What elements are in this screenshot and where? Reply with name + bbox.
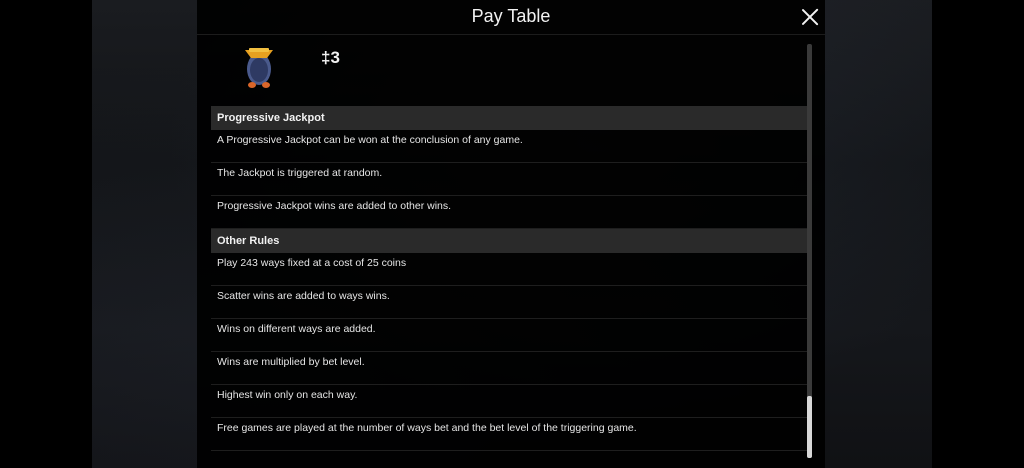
section-title: Progressive Jackpot — [211, 106, 807, 130]
scrollbar-thumb[interactable] — [807, 396, 812, 458]
scrollbar[interactable] — [807, 44, 812, 458]
rule-item: Play 243 ways fixed at a cost of 25 coin… — [211, 253, 807, 286]
pay-table-panel: Pay Table ‡3 Progressive Jackpot A Progr… — [197, 0, 825, 468]
rule-item: Wins are multiplied by bet level. — [211, 352, 807, 385]
symbol-row: ‡3 — [211, 36, 807, 106]
section-title: Other Rules — [211, 229, 807, 253]
rule-item: The Jackpot is triggered at random. — [211, 163, 807, 196]
rule-item: Scatter wins are added to ways wins. — [211, 286, 807, 319]
pay-table-content[interactable]: ‡3 Progressive Jackpot A Progressive Jac… — [211, 36, 807, 466]
rule-item: Free games are played at the number of w… — [211, 418, 807, 451]
close-icon[interactable] — [799, 6, 821, 28]
rule-item: Wins on different ways are added. — [211, 319, 807, 352]
section-other-rules: Other Rules Play 243 ways fixed at a cos… — [211, 229, 807, 451]
section-progressive-jackpot: Progressive Jackpot A Progressive Jackpo… — [211, 106, 807, 229]
pay-table-header: Pay Table — [197, 0, 825, 35]
bird-icon — [245, 48, 273, 88]
rule-item: A Progressive Jackpot can be won at the … — [211, 130, 807, 163]
rule-item: Highest win only on each way. — [211, 385, 807, 418]
symbol-value: ‡3 — [321, 48, 340, 67]
page-title: Pay Table — [471, 6, 551, 26]
rule-item: Progressive Jackpot wins are added to ot… — [211, 196, 807, 229]
